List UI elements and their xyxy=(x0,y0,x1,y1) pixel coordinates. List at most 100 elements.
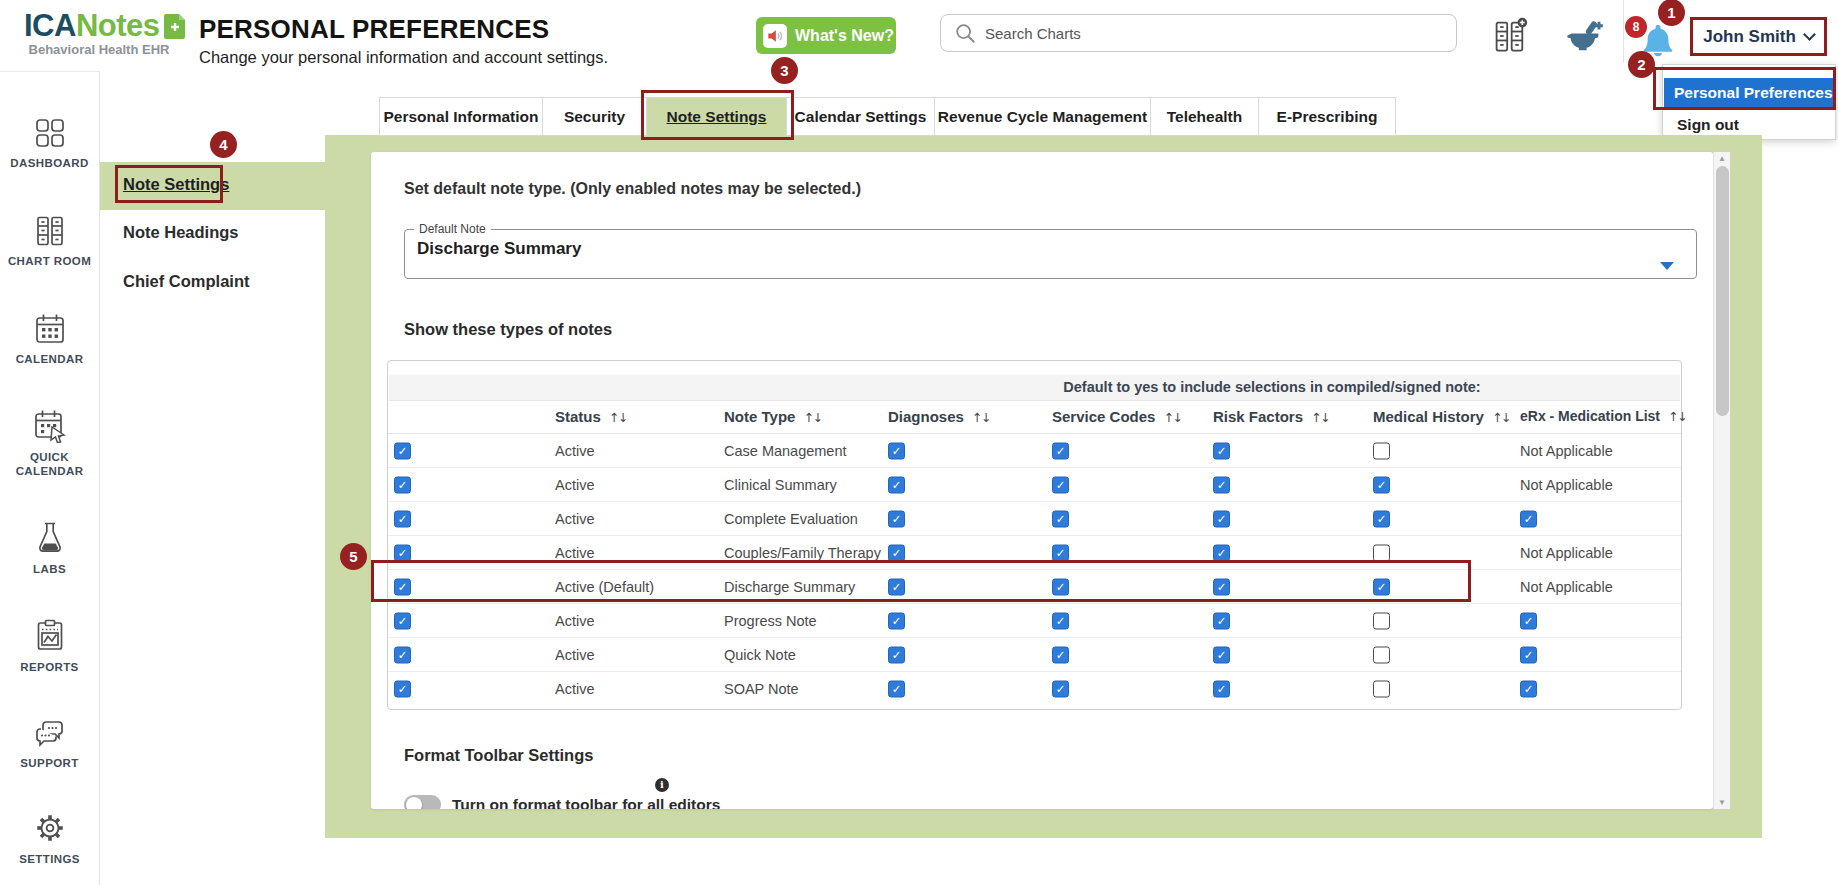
sidebar-item-chart-room[interactable]: CHART ROOM xyxy=(0,215,99,268)
tab-revenue-cycle-management[interactable]: Revenue Cycle Management xyxy=(934,97,1151,136)
diagnoses-checkbox[interactable]: ✓ xyxy=(888,442,905,459)
medical-history-checkbox[interactable] xyxy=(1373,646,1390,663)
whats-new-button[interactable]: What's New? xyxy=(756,17,896,54)
service-codes-checkbox[interactable]: ✓ xyxy=(1052,646,1069,663)
default-note-value: Discharge Summary xyxy=(405,239,1696,259)
risk-factors-checkbox[interactable]: ✓ xyxy=(1213,442,1230,459)
erx-checkbox[interactable]: ✓ xyxy=(1520,510,1537,527)
status-cell: Active xyxy=(555,647,595,663)
column-header-medical-history[interactable]: Medical History↑↓ xyxy=(1373,408,1510,425)
status-cell: Active (Default) xyxy=(555,579,654,595)
medical-history-checkbox[interactable]: ✓ xyxy=(1373,476,1390,493)
enabled-checkbox[interactable]: ✓ xyxy=(394,442,411,459)
tab-e-prescribing[interactable]: E-Prescribing xyxy=(1258,97,1396,136)
sidebar-item-labs[interactable]: LABS xyxy=(0,521,99,576)
medical-history-checkbox[interactable] xyxy=(1373,544,1390,561)
search-charts-input[interactable] xyxy=(985,25,1415,42)
scrollbar-thumb[interactable] xyxy=(1716,166,1729,416)
enabled-checkbox[interactable]: ✓ xyxy=(394,646,411,663)
user-menu-button[interactable]: John Smith xyxy=(1690,17,1827,56)
enabled-checkbox[interactable]: ✓ xyxy=(394,681,411,698)
column-header-status[interactable]: Status↑↓ xyxy=(555,408,627,425)
user-dropdown-menu: Personal Preferences Sign out xyxy=(1662,64,1836,140)
enabled-checkbox[interactable]: ✓ xyxy=(394,510,411,527)
medical-history-checkbox[interactable]: ✓ xyxy=(1373,578,1390,595)
chart-cabinet-add-icon[interactable] xyxy=(1492,17,1528,55)
sidebar-item-quick-calendar[interactable]: QUICK CALENDAR xyxy=(0,409,99,478)
sidebar-item-label: REPORTS xyxy=(0,660,99,674)
info-icon[interactable]: i xyxy=(655,778,669,792)
service-codes-checkbox[interactable]: ✓ xyxy=(1052,578,1069,595)
erx-checkbox[interactable]: ✓ xyxy=(1520,681,1537,698)
enabled-checkbox[interactable]: ✓ xyxy=(394,612,411,629)
panel-scrollbar[interactable]: ▲ ▼ xyxy=(1713,152,1730,809)
risk-factors-checkbox[interactable]: ✓ xyxy=(1213,578,1230,595)
column-header-erx-medication-list[interactable]: eRx - Medication List↑↓ xyxy=(1520,408,1686,424)
submenu-item-note-settings[interactable]: Note Settings xyxy=(123,175,229,194)
menu-item-personal-preferences[interactable]: Personal Preferences xyxy=(1664,78,1834,107)
pharmacy-add-icon[interactable] xyxy=(1566,20,1604,56)
risk-factors-checkbox[interactable]: ✓ xyxy=(1213,476,1230,493)
sidebar-item-calendar[interactable]: CALENDAR xyxy=(0,313,99,366)
tab-personal-information[interactable]: Personal Information xyxy=(379,97,543,136)
diagnoses-checkbox[interactable]: ✓ xyxy=(888,544,905,561)
default-note-select[interactable]: Default Note Discharge Summary xyxy=(404,222,1697,279)
service-codes-checkbox[interactable]: ✓ xyxy=(1052,544,1069,561)
erx-checkbox[interactable]: ✓ xyxy=(1520,612,1537,629)
enabled-checkbox[interactable]: ✓ xyxy=(394,544,411,561)
sidebar-item-label: DASHBOARD xyxy=(0,156,99,170)
sort-arrows-icon[interactable]: ↑↓ xyxy=(1668,409,1686,424)
search-charts-box[interactable] xyxy=(940,14,1457,52)
quick-calendar-icon xyxy=(0,409,99,443)
submenu-item-note-headings[interactable]: Note Headings xyxy=(123,223,239,242)
chart-room-icon xyxy=(0,215,99,247)
format-toolbar-toggle[interactable] xyxy=(404,795,441,809)
sort-arrows-icon[interactable]: ↑↓ xyxy=(1163,410,1181,425)
risk-factors-checkbox[interactable]: ✓ xyxy=(1213,646,1230,663)
sort-arrows-icon[interactable]: ↑↓ xyxy=(972,410,990,425)
submenu-item-chief-complaint[interactable]: Chief Complaint xyxy=(123,272,250,291)
enabled-checkbox[interactable]: ✓ xyxy=(394,476,411,493)
risk-factors-checkbox[interactable]: ✓ xyxy=(1213,681,1230,698)
medical-history-checkbox[interactable] xyxy=(1373,612,1390,629)
tab-telehealth[interactable]: Telehealth xyxy=(1150,97,1259,136)
diagnoses-checkbox[interactable]: ✓ xyxy=(888,578,905,595)
sidebar-item-reports[interactable]: REPORTS xyxy=(0,619,99,674)
medical-history-checkbox[interactable] xyxy=(1373,681,1390,698)
column-header-service-codes[interactable]: Service Codes↑↓ xyxy=(1052,408,1181,425)
risk-factors-checkbox[interactable]: ✓ xyxy=(1213,544,1230,561)
diagnoses-checkbox[interactable]: ✓ xyxy=(888,476,905,493)
service-codes-checkbox[interactable]: ✓ xyxy=(1052,510,1069,527)
note-type-cell: SOAP Note xyxy=(724,681,799,697)
sidebar-item-support[interactable]: SUPPORT xyxy=(0,717,99,770)
sort-arrows-icon[interactable]: ↑↓ xyxy=(803,410,821,425)
tab-security[interactable]: Security xyxy=(542,97,647,136)
diagnoses-checkbox[interactable]: ✓ xyxy=(888,612,905,629)
dropdown-caret-icon[interactable] xyxy=(1660,262,1674,270)
scroll-up-arrow[interactable]: ▲ xyxy=(1718,154,1726,163)
column-header-note-type[interactable]: Note Type↑↓ xyxy=(724,408,821,425)
sidebar-item-dashboard[interactable]: DASHBOARD xyxy=(0,117,99,170)
sidebar-item-settings[interactable]: SETTINGS xyxy=(0,811,99,866)
risk-factors-checkbox[interactable]: ✓ xyxy=(1213,510,1230,527)
service-codes-checkbox[interactable]: ✓ xyxy=(1052,612,1069,629)
service-codes-checkbox[interactable]: ✓ xyxy=(1052,442,1069,459)
sort-arrows-icon[interactable]: ↑↓ xyxy=(609,410,627,425)
sort-arrows-icon[interactable]: ↑↓ xyxy=(1311,410,1329,425)
tab-note-settings[interactable]: Note Settings xyxy=(646,97,787,136)
medical-history-checkbox[interactable]: ✓ xyxy=(1373,510,1390,527)
erx-checkbox[interactable]: ✓ xyxy=(1520,646,1537,663)
medical-history-checkbox[interactable] xyxy=(1373,442,1390,459)
diagnoses-checkbox[interactable]: ✓ xyxy=(888,646,905,663)
service-codes-checkbox[interactable]: ✓ xyxy=(1052,476,1069,493)
risk-factors-checkbox[interactable]: ✓ xyxy=(1213,612,1230,629)
service-codes-checkbox[interactable]: ✓ xyxy=(1052,681,1069,698)
sort-arrows-icon[interactable]: ↑↓ xyxy=(1492,410,1510,425)
diagnoses-checkbox[interactable]: ✓ xyxy=(888,510,905,527)
enabled-checkbox[interactable]: ✓ xyxy=(394,578,411,595)
scroll-down-arrow[interactable]: ▼ xyxy=(1718,798,1726,807)
tab-calendar-settings[interactable]: Calendar Settings xyxy=(786,97,935,136)
column-header-risk-factors[interactable]: Risk Factors↑↓ xyxy=(1213,408,1329,425)
diagnoses-checkbox[interactable]: ✓ xyxy=(888,681,905,698)
column-header-diagnoses[interactable]: Diagnoses↑↓ xyxy=(888,408,990,425)
